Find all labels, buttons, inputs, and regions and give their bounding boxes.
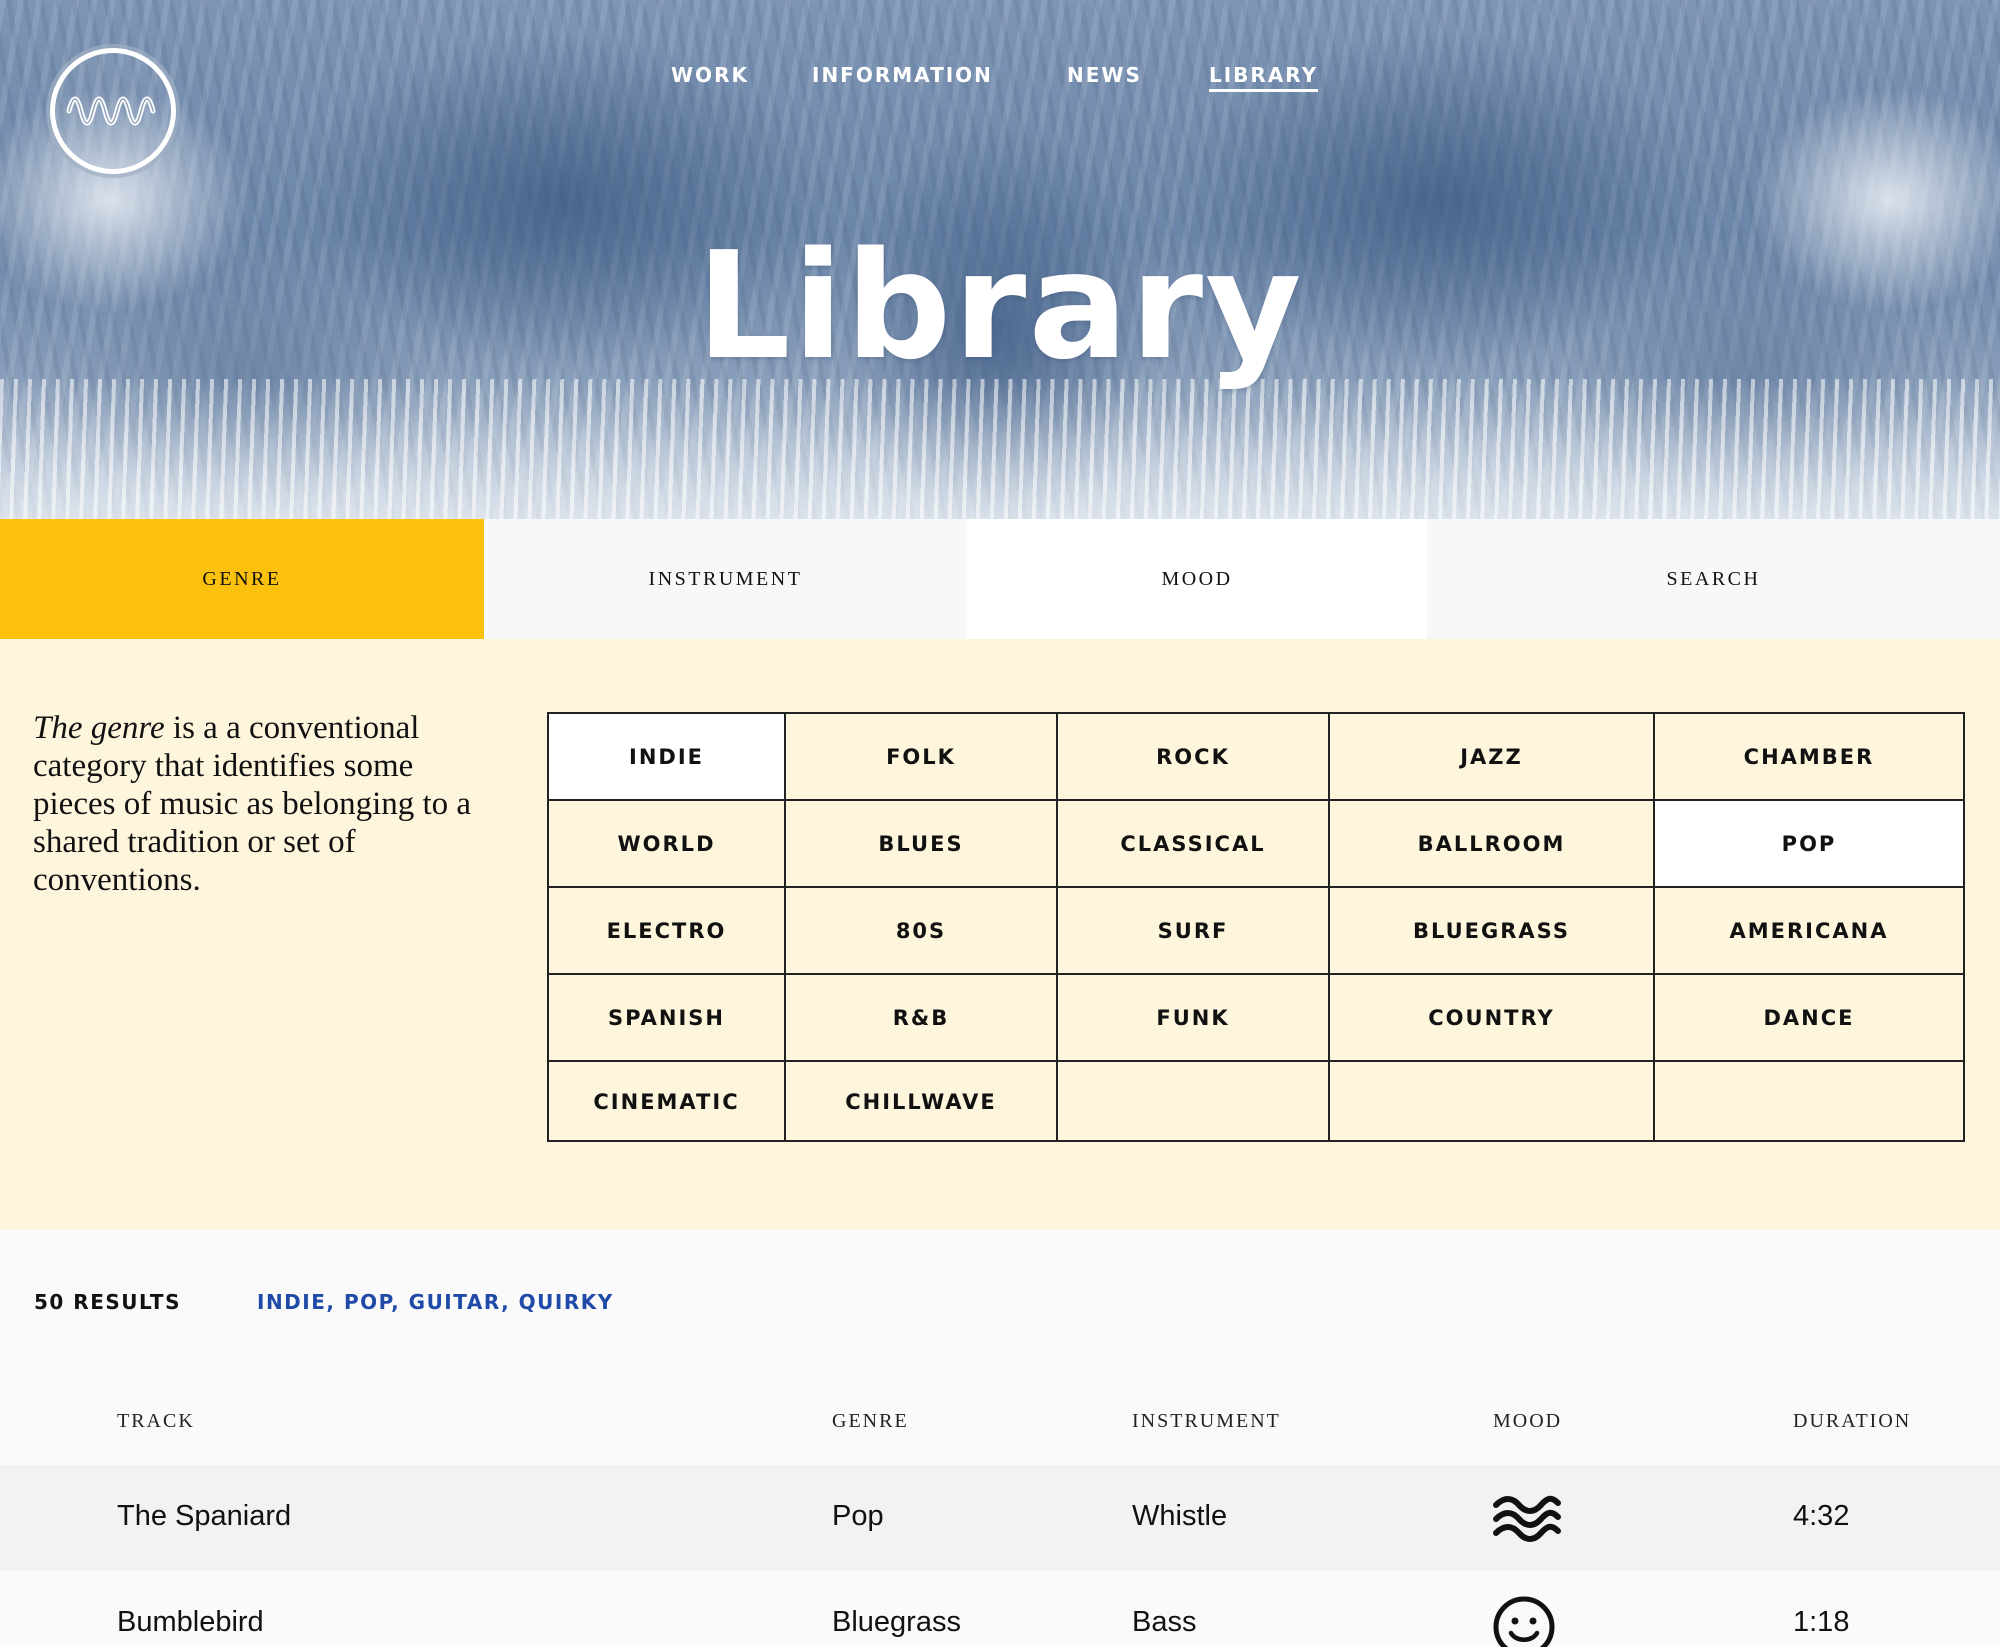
- genre-option-chillwave[interactable]: CHILLWAVE: [786, 1062, 1058, 1142]
- genre-grid-empty-cell: [1058, 1062, 1330, 1142]
- hero-banner: WORK INFORMATION NEWS LIBRARY Library: [0, 0, 2000, 519]
- genre-option-electro[interactable]: ELECTRO: [549, 888, 786, 975]
- table-header: TRACK GENRE INSTRUMENT MOOD DURATION: [0, 1410, 2000, 1460]
- genre-option-spanish[interactable]: SPANISH: [549, 975, 786, 1062]
- genre-option-pop[interactable]: POP: [1655, 801, 1965, 888]
- track-instrument: Bass: [1132, 1606, 1197, 1638]
- column-header-genre[interactable]: GENRE: [832, 1410, 909, 1433]
- tab-mood[interactable]: MOOD: [967, 519, 1427, 639]
- genre-grid: INDIE FOLK ROCK JAZZ CHAMBER WORLD BLUES CLASSI…: [547, 712, 1965, 1142]
- track-title[interactable]: The Spaniard: [117, 1500, 291, 1533]
- genre-description-emphasis: The genre: [33, 710, 165, 746]
- track-genre: Pop: [832, 1500, 884, 1532]
- tab-genre[interactable]: GENRE: [0, 519, 484, 651]
- genre-option-jazz[interactable]: JAZZ: [1330, 714, 1655, 801]
- tab-search[interactable]: SEARCH: [1427, 519, 2000, 639]
- track-genre: Bluegrass: [832, 1606, 961, 1638]
- genre-option-folk[interactable]: FOLK: [786, 714, 1058, 801]
- nav-item-library[interactable]: LIBRARY: [1209, 63, 1319, 92]
- column-header-instrument[interactable]: INSTRUMENT: [1132, 1410, 1281, 1433]
- genre-option-cinematic[interactable]: CINEMATIC: [549, 1062, 786, 1142]
- waves-icon: [1492, 1493, 1562, 1548]
- column-header-mood[interactable]: MOOD: [1493, 1410, 1562, 1433]
- page-title: Library: [696, 220, 1304, 392]
- nav-item-news[interactable]: NEWS: [1067, 63, 1142, 87]
- genre-option-r-b[interactable]: R&B: [786, 975, 1058, 1062]
- genre-option-indie[interactable]: INDIE: [549, 714, 786, 801]
- genre-option-funk[interactable]: FUNK: [1058, 975, 1330, 1062]
- table-row[interactable]: Bumblebird Bluegrass Bass 1:18: [0, 1571, 2000, 1647]
- genre-option-country[interactable]: COUNTRY: [1330, 975, 1655, 1062]
- tab-instrument[interactable]: INSTRUMENT: [484, 519, 967, 639]
- main-nav: WORK INFORMATION NEWS LIBRARY: [0, 63, 2000, 95]
- genre-option-world[interactable]: WORLD: [549, 801, 786, 888]
- nav-item-information[interactable]: INFORMATION: [812, 63, 993, 87]
- nav-item-work[interactable]: WORK: [671, 63, 749, 87]
- column-header-track[interactable]: TRACK: [117, 1410, 195, 1433]
- genre-description: The genre is a a conventional category t…: [33, 709, 473, 899]
- genre-option-rock[interactable]: ROCK: [1058, 714, 1330, 801]
- genre-option-surf[interactable]: SURF: [1058, 888, 1330, 975]
- track-duration: 4:32: [1793, 1500, 1850, 1532]
- genre-option-dance[interactable]: DANCE: [1655, 975, 1965, 1062]
- genre-option-americana[interactable]: AMERICANA: [1655, 888, 1965, 975]
- column-header-duration[interactable]: DURATION: [1793, 1410, 1911, 1433]
- track-duration: 1:18: [1793, 1606, 1850, 1638]
- genre-option-blues[interactable]: BLUES: [786, 801, 1058, 888]
- smiley-icon: [1492, 1595, 1556, 1647]
- track-instrument: Whistle: [1132, 1500, 1228, 1532]
- filter-tabs: GENRE INSTRUMENT MOOD SEARCH: [0, 519, 2000, 651]
- genre-grid-empty-cell: [1330, 1062, 1655, 1142]
- genre-option-classical[interactable]: CLASSICAL: [1058, 801, 1330, 888]
- genre-option-80s[interactable]: 80S: [786, 888, 1058, 975]
- hero-background-texture: [0, 379, 2000, 519]
- genre-option-chamber[interactable]: CHAMBER: [1655, 714, 1965, 801]
- genre-grid-empty-cell: [1655, 1062, 1965, 1142]
- genre-panel: The genre is a a conventional category t…: [0, 639, 2000, 1230]
- track-title[interactable]: Bumblebird: [117, 1606, 264, 1639]
- results-count: 50 RESULTS: [34, 1290, 181, 1314]
- active-filters[interactable]: INDIE, POP, GUITAR, QUIRKY: [257, 1290, 614, 1314]
- table-row[interactable]: The Spaniard Pop Whistle 4:32: [0, 1465, 2000, 1571]
- genre-option-ballroom[interactable]: BALLROOM: [1330, 801, 1655, 888]
- genre-option-bluegrass[interactable]: BLUEGRASS: [1330, 888, 1655, 975]
